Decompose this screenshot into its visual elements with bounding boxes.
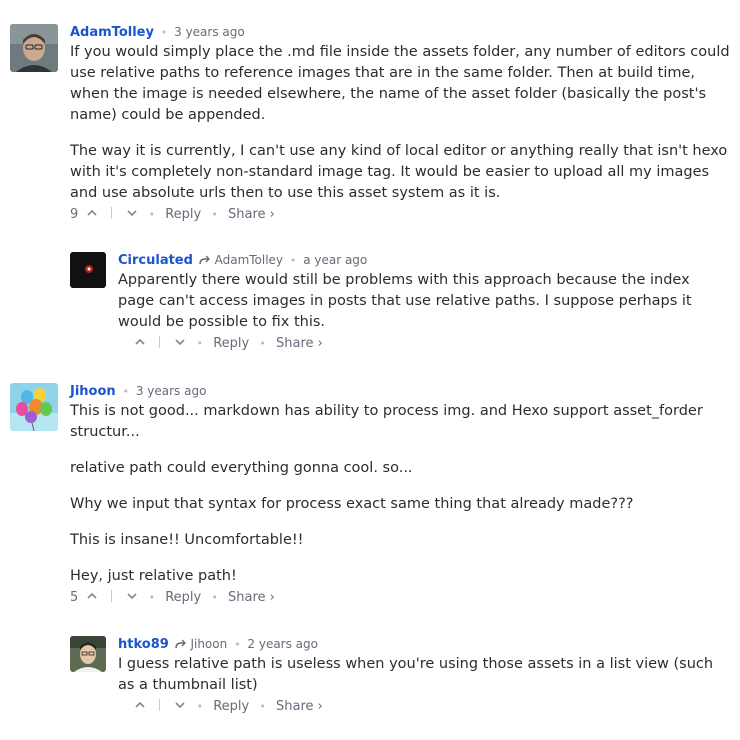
author-name[interactable]: htko89 [118, 637, 169, 652]
share-button[interactable]: Share › [276, 336, 323, 351]
separator-dot: • [196, 700, 204, 713]
comment-header: Circulated AdamTolley • a year ago [118, 250, 730, 270]
comment-jihoon: Jihoon • 3 years ago This is not good...… [10, 381, 730, 608]
chevron-down-icon[interactable] [126, 207, 138, 219]
author-name[interactable]: Circulated [118, 253, 193, 268]
separator-dot: • [234, 638, 241, 651]
separator-dot: • [211, 591, 218, 604]
comment-adamtolley: AdamTolley • 3 years ago If you would si… [10, 22, 730, 225]
author-name[interactable]: Jihoon [70, 384, 116, 399]
comment-paragraph: relative path could everything gonna coo… [70, 460, 413, 476]
reply-to-author[interactable]: AdamTolley [215, 253, 283, 267]
separator-dot: • [148, 591, 156, 604]
separator-dot: • [148, 208, 156, 221]
chevron-up-icon[interactable] [86, 590, 98, 602]
comment-header: Jihoon • 3 years ago [70, 381, 730, 401]
comment-paragraph: Why we input that syntax for process exa… [70, 496, 634, 512]
chevron-up-icon[interactable] [86, 207, 98, 219]
comment-paragraph: This is insane!! Uncomfortable!! [70, 532, 304, 548]
separator-dot: • [211, 208, 218, 221]
author-name[interactable]: AdamTolley [70, 25, 154, 40]
chevron-up-icon[interactable] [134, 336, 146, 348]
comment-paragraph: If you would simply place the .md file i… [70, 44, 730, 123]
vote-divider [111, 590, 113, 602]
avatar[interactable] [10, 24, 58, 72]
share-button[interactable]: Share › [228, 207, 275, 222]
chevron-up-icon[interactable] [134, 699, 146, 711]
separator-dot: • [259, 700, 266, 713]
chevron-down-icon[interactable] [174, 699, 186, 711]
comment-text: If you would simply place the .md file i… [70, 42, 730, 204]
separator-dot: • [289, 254, 297, 267]
vote-count: 5 [70, 590, 79, 605]
comment-paragraph: This is not good... markdown has ability… [70, 403, 703, 440]
comment-circulated: Circulated AdamTolley • a year ago Appar… [70, 250, 730, 354]
reply-arrow-icon [174, 639, 186, 649]
timestamp[interactable]: a year ago [303, 253, 367, 267]
avatar[interactable] [10, 383, 58, 431]
chevron-down-icon[interactable] [174, 336, 186, 348]
separator-dot: • [122, 385, 130, 398]
comment-thread: AdamTolley • 3 years ago If you would si… [0, 0, 740, 740]
vote-divider [111, 207, 113, 219]
comment-htko89: htko89 Jihoon • 2 years ago I guess rela… [70, 634, 730, 717]
vote-count: 9 [70, 207, 79, 222]
separator-dot: • [160, 26, 168, 39]
avatar[interactable] [70, 636, 106, 672]
separator-dot: • [196, 337, 204, 350]
comment-text: This is not good... markdown has ability… [70, 401, 730, 587]
share-button[interactable]: Share › [228, 590, 275, 605]
vote-divider [159, 699, 161, 711]
comment-text: Apparently there would still be problems… [118, 270, 730, 333]
comment-header: htko89 Jihoon • 2 years ago [118, 634, 730, 654]
comment-paragraph: The way it is currently, I can't use any… [70, 143, 728, 201]
reply-button[interactable]: Reply [165, 590, 201, 605]
timestamp[interactable]: 3 years ago [174, 25, 245, 39]
timestamp[interactable]: 2 years ago [247, 637, 318, 651]
timestamp[interactable]: 3 years ago [136, 384, 207, 398]
share-button[interactable]: Share › [276, 699, 323, 714]
comment-footer: • Reply • Share › [118, 334, 730, 354]
avatar[interactable] [70, 252, 106, 288]
chevron-down-icon[interactable] [126, 590, 138, 602]
reply-button[interactable]: Reply [213, 336, 249, 351]
comment-text: I guess relative path is useless when yo… [118, 654, 730, 696]
vote-divider [159, 336, 161, 348]
separator-dot: • [259, 337, 266, 350]
comment-header: AdamTolley • 3 years ago [70, 22, 730, 42]
reply-button[interactable]: Reply [213, 699, 249, 714]
comment-footer: • Reply • Share › [118, 697, 730, 717]
comment-footer: 9 • Reply • Share › [70, 205, 730, 225]
reply-button[interactable]: Reply [165, 207, 201, 222]
comment-paragraph: Apparently there would still be problems… [118, 272, 692, 330]
reply-to-author[interactable]: Jihoon [190, 637, 227, 651]
comment-footer: 5 • Reply • Share › [70, 588, 730, 608]
reply-arrow-icon [199, 255, 210, 265]
comment-paragraph: Hey, just relative path! [70, 568, 237, 584]
comment-paragraph: I guess relative path is useless when yo… [118, 656, 714, 693]
